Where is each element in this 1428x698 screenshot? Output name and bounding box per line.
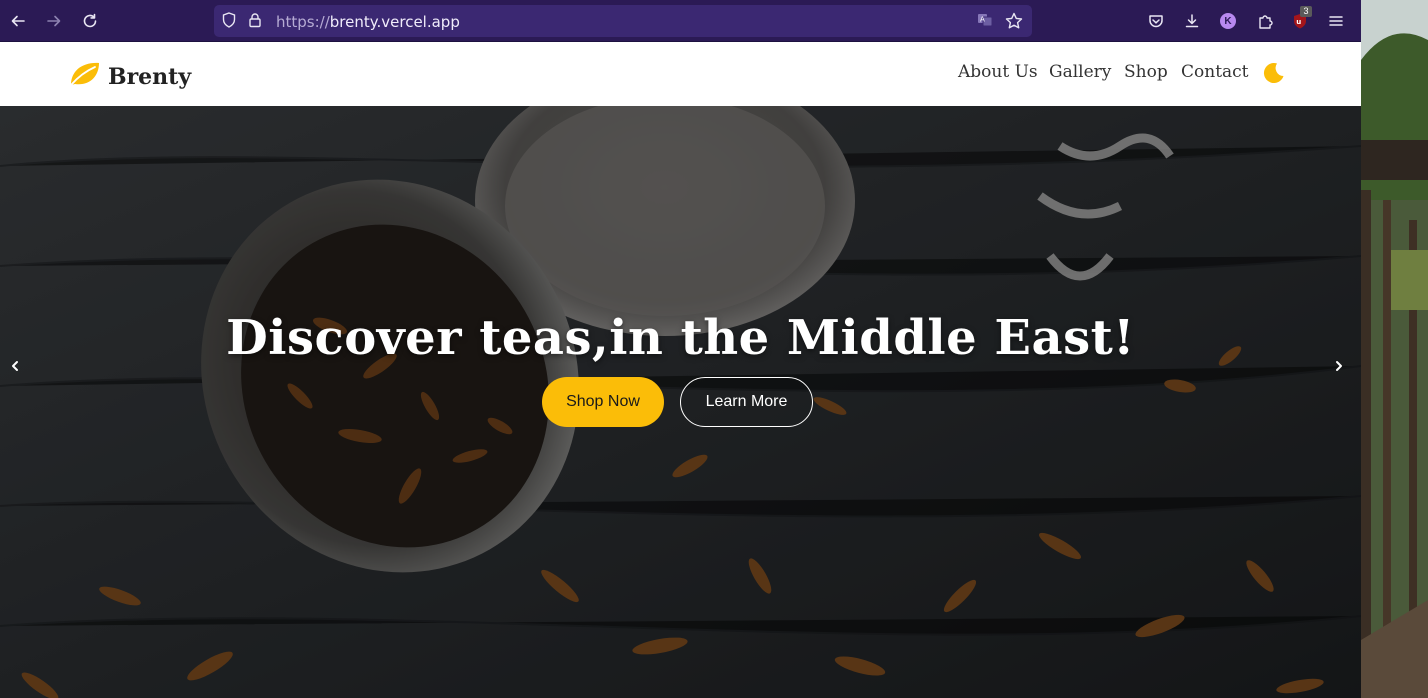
hero-title: Discover teas,in the Middle East! [226,310,1135,366]
extension-badge: 3 [1300,6,1312,17]
nav-contact[interactable]: Contact [1181,62,1249,82]
puzzle-icon[interactable] [1253,9,1277,33]
forward-arrow-icon[interactable] [42,9,66,33]
learn-more-button[interactable]: Learn More [680,377,813,427]
svg-text:u: u [1296,18,1301,26]
lock-icon[interactable] [246,11,264,34]
pocket-icon[interactable] [1144,9,1168,33]
browser-window: https://brenty.vercel.app A K u 3 Brenty… [0,0,1361,698]
translate-icon[interactable]: A [976,11,994,34]
brand-logo[interactable]: Brenty [68,59,191,94]
shop-now-button[interactable]: Shop Now [542,377,664,427]
moon-icon[interactable] [1262,61,1286,85]
nav-about-us[interactable]: About Us [958,62,1038,82]
address-bar[interactable]: https://brenty.vercel.app A [214,5,1032,37]
hamburger-icon[interactable] [1324,9,1348,33]
browser-toolbar: https://brenty.vercel.app A K u 3 [0,0,1361,42]
shield-icon[interactable] [220,11,238,34]
back-arrow-icon[interactable] [6,9,30,33]
nav-shop[interactable]: Shop [1124,62,1168,82]
chevron-right-icon[interactable] [1329,356,1349,376]
nav-gallery[interactable]: Gallery [1049,62,1111,82]
download-icon[interactable] [1180,9,1204,33]
site-header: Brenty About Us Gallery Shop Contact [0,42,1361,106]
leaf-icon [68,59,102,94]
desktop-wallpaper [1361,0,1428,698]
url-text: https://brenty.vercel.app [276,13,460,31]
reload-icon[interactable] [78,9,102,33]
star-icon[interactable] [1004,11,1024,36]
svg-text:A: A [980,16,985,24]
brand-name: Brenty [108,63,192,90]
hero-slider: Discover teas,in the Middle East! Shop N… [0,106,1361,698]
chevron-left-icon[interactable] [5,356,25,376]
account-avatar[interactable]: K [1220,13,1236,29]
